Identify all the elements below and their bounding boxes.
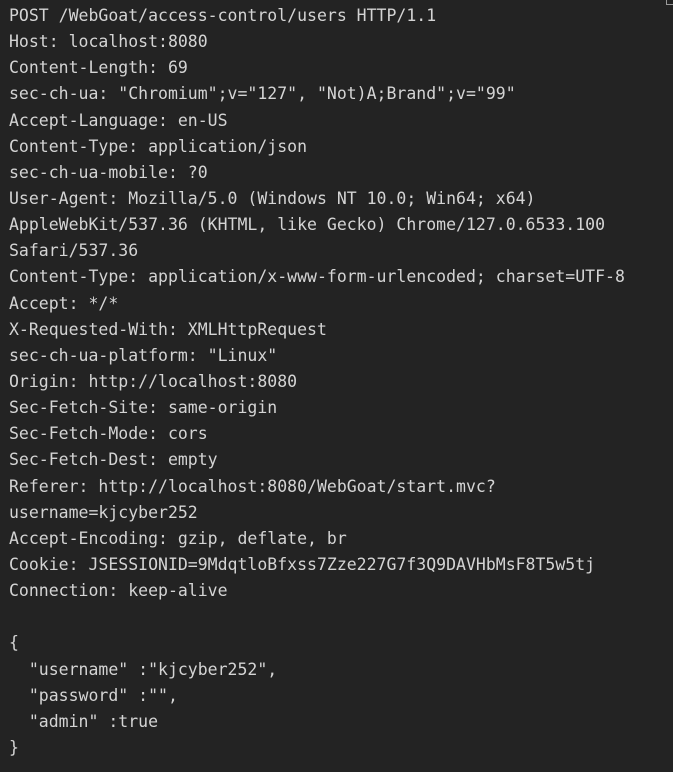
body-close-brace: } (9, 737, 19, 757)
header-user-agent-cont-2: Safari/537.36 (9, 241, 139, 261)
header-sec-ch-ua-platform: sec-ch-ua-platform: "Linux" (9, 345, 278, 365)
header-referer-cont: username=kjcyber252 (9, 502, 198, 522)
header-accept-encoding: Accept-Encoding: gzip, deflate, br (9, 528, 347, 548)
header-accept-language: Accept-Language: en-US (9, 110, 228, 130)
header-x-requested-with: X-Requested-With: XMLHttpRequest (9, 319, 327, 339)
header-referer: Referer: http://localhost:8080/WebGoat/s… (9, 476, 496, 496)
http-request-editor[interactable]: POST /WebGoat/access-control/users HTTP/… (0, 0, 673, 772)
header-sec-fetch-dest: Sec-Fetch-Dest: empty (9, 450, 218, 470)
header-content-type-json: Content-Type: application/json (9, 136, 308, 156)
header-sec-fetch-mode: Sec-Fetch-Mode: cors (9, 424, 208, 444)
header-host: Host: localhost:8080 (9, 32, 208, 52)
header-content-type-form: Content-Type: application/x-www-form-url… (9, 267, 625, 287)
header-sec-fetch-site: Sec-Fetch-Site: same-origin (9, 398, 278, 418)
header-user-agent-cont-1: AppleWebKit/537.36 (KHTML, like Gecko) C… (9, 215, 606, 235)
header-accept: Accept: */* (9, 293, 119, 313)
header-sec-ch-ua: sec-ch-ua: "Chromium";v="127", "Not)A;Br… (9, 84, 516, 104)
header-content-length: Content-Length: 69 (9, 58, 188, 78)
corner-handle-icon (666, 0, 673, 5)
request-line: POST /WebGoat/access-control/users HTTP/… (9, 6, 437, 25)
header-origin: Origin: http://localhost:8080 (9, 371, 298, 391)
body-password: "password" :"", (9, 685, 178, 705)
header-user-agent: User-Agent: Mozilla/5.0 (Windows NT 10.0… (9, 188, 536, 208)
body-admin: "admin" :true (9, 711, 159, 731)
header-sec-ch-ua-mobile: sec-ch-ua-mobile: ?0 (9, 162, 208, 182)
header-connection: Connection: keep-alive (9, 581, 228, 601)
body-username: "username" :"kjcyber252", (9, 659, 278, 679)
header-cookie: Cookie: JSESSIONID=9MdqtloBfxss7Zze227G7… (9, 554, 596, 574)
body-open-brace: { (9, 633, 19, 653)
